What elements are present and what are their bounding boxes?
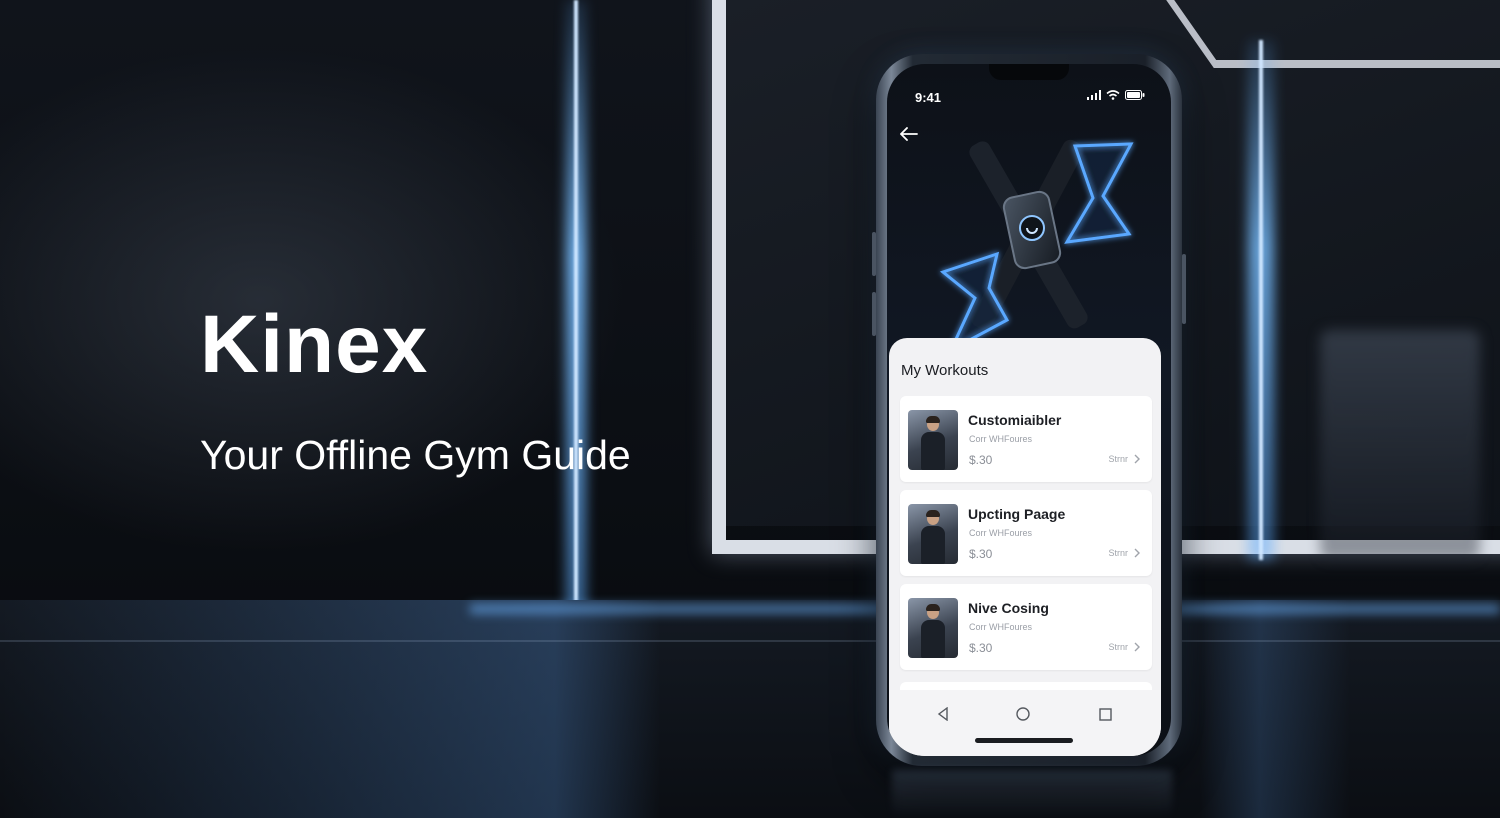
workout-card-3[interactable]: Nive Cosing Corr WHFoures $.30 Strnr [900, 584, 1152, 670]
promo-scene: Kinex Your Offline Gym Guide 9:41 My Wor… [0, 0, 1500, 818]
workout-title-3: Nive Cosing [968, 600, 1049, 616]
nav-home-button[interactable] [1013, 704, 1033, 724]
background-gym-machine [1320, 330, 1480, 560]
workout-more-label-2: Strnr [1108, 548, 1128, 558]
workout-card-2[interactable]: Upcting Paage Corr WHFoures $.30 Strnr [900, 490, 1152, 576]
back-triangle-icon [937, 707, 948, 721]
workout-thumbnail-1 [908, 410, 958, 470]
volume-up-button [872, 232, 876, 276]
fitness-device-graphic [939, 139, 1134, 354]
volume-down-button [872, 292, 876, 336]
wifi-icon [1106, 90, 1120, 100]
status-icons [1087, 90, 1145, 100]
sheet-title: My Workouts [901, 362, 989, 379]
workout-card-1[interactable]: Customiaibler Corr WHFoures $.30 Strnr [900, 396, 1152, 482]
power-button [1182, 254, 1186, 324]
home-indicator[interactable] [975, 738, 1073, 743]
workout-subtitle-1: Corr WHFoures [969, 434, 1033, 444]
status-bar: 9:41 [887, 64, 1171, 105]
app-name-title: Kinex [200, 299, 429, 390]
signal-icon [1087, 90, 1101, 100]
battery-icon [1125, 90, 1145, 100]
workout-price-3: $.30 [969, 641, 993, 655]
neon-pillar-left-core [574, 0, 578, 640]
chevron-right-icon [1134, 454, 1140, 464]
workout-more-3[interactable]: Strnr [1108, 642, 1140, 652]
workout-more-2[interactable]: Strnr [1108, 548, 1140, 558]
workout-title-1: Customiaibler [968, 412, 1062, 428]
workout-title-2: Upcting Paage [968, 506, 1066, 522]
workout-thumbnail-2 [908, 504, 958, 564]
system-nav-bar [889, 690, 1161, 756]
workout-subtitle-3: Corr WHFoures [969, 622, 1033, 632]
app-tagline: Your Offline Gym Guide [200, 432, 631, 478]
workout-more-label-1: Strnr [1108, 454, 1128, 464]
nav-back-button[interactable] [933, 704, 953, 724]
workout-more-label-3: Strnr [1108, 642, 1128, 652]
phone-reflection [892, 770, 1172, 818]
home-circle-icon [1016, 707, 1030, 721]
nav-recents-button[interactable] [1095, 704, 1115, 724]
recents-square-icon [1098, 707, 1112, 721]
chevron-right-icon [1134, 548, 1140, 558]
phone-device: 9:41 My Workouts Customiaibler Corr WHFo… [872, 54, 1186, 766]
status-time: 9:41 [915, 90, 942, 105]
chevron-right-icon [1134, 642, 1140, 652]
workouts-sheet: My Workouts Customiaibler Corr WHFoures … [889, 338, 1161, 756]
ceiling-light-strip [1166, 0, 1500, 68]
workout-more-1[interactable]: Strnr [1108, 454, 1140, 464]
reflective-floor [0, 600, 1500, 818]
floor-edge [0, 640, 1500, 642]
neon-pillar-right-core [1259, 40, 1263, 560]
back-arrow-icon [900, 127, 918, 141]
workout-subtitle-2: Corr WHFoures [969, 528, 1033, 538]
workout-price-2: $.30 [969, 547, 993, 561]
phone-screen: 9:41 My Workouts Customiaibler Corr WHFo… [887, 64, 1171, 756]
workout-price-1: $.30 [969, 453, 993, 467]
workout-thumbnail-3 [908, 598, 958, 658]
